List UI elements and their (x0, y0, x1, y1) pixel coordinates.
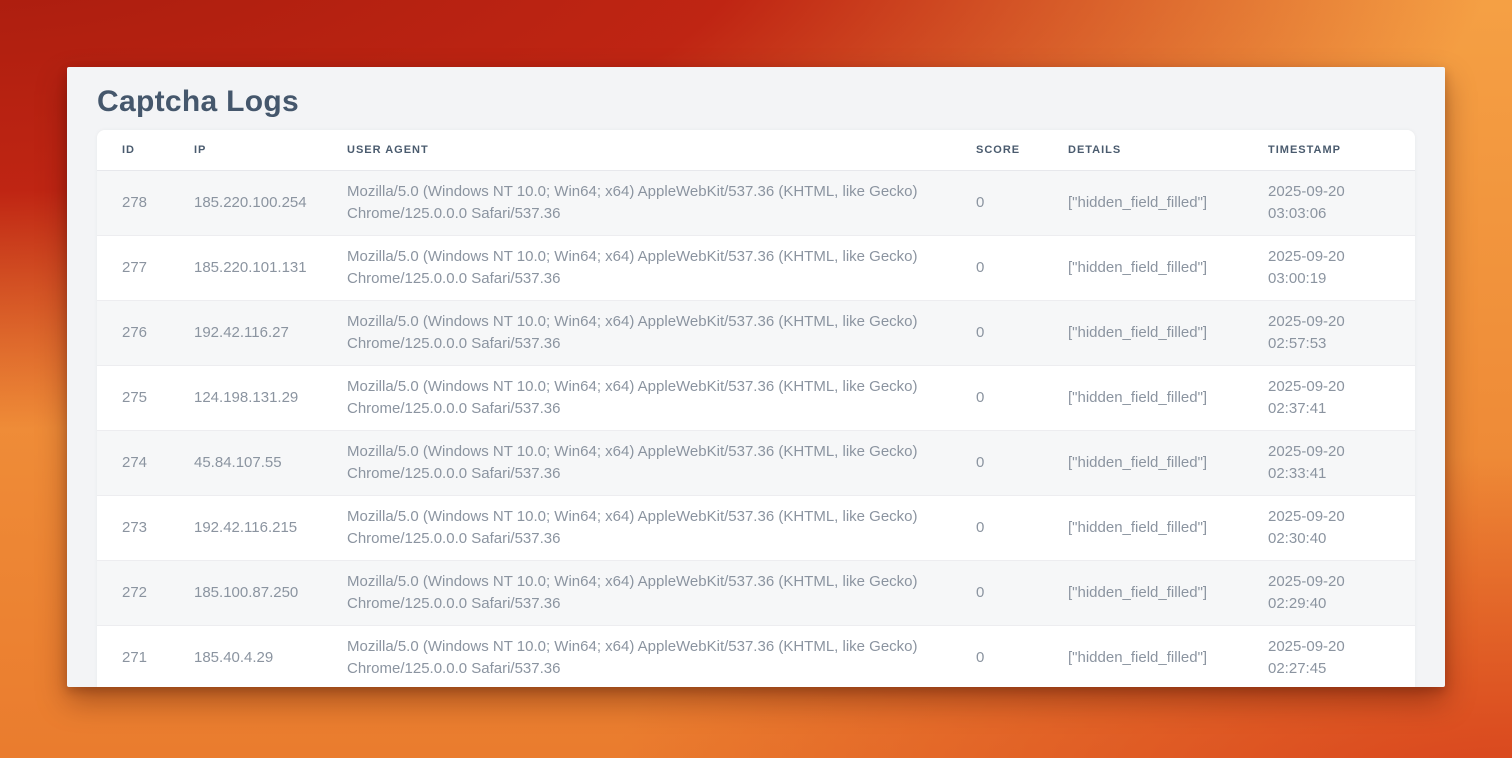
cell-user-agent: Mozilla/5.0 (Windows NT 10.0; Win64; x64… (322, 626, 951, 688)
cell-timestamp: 2025-09-20 02:33:41 (1243, 431, 1415, 496)
table-row: 275 124.198.131.29 Mozilla/5.0 (Windows … (97, 366, 1415, 431)
cell-user-agent: Mozilla/5.0 (Windows NT 10.0; Win64; x64… (322, 366, 951, 431)
cell-timestamp: 2025-09-20 02:37:41 (1243, 366, 1415, 431)
cell-timestamp: 2025-09-20 02:57:53 (1243, 301, 1415, 366)
column-header-user-agent: USER AGENT (322, 130, 951, 171)
cell-score: 0 (951, 236, 1043, 301)
table-row: 278 185.220.100.254 Mozilla/5.0 (Windows… (97, 171, 1415, 236)
column-header-id: ID (97, 130, 169, 171)
cell-details: ["hidden_field_filled"] (1043, 626, 1243, 688)
cell-user-agent: Mozilla/5.0 (Windows NT 10.0; Win64; x64… (322, 561, 951, 626)
cell-timestamp: 2025-09-20 03:00:19 (1243, 236, 1415, 301)
cell-score: 0 (951, 431, 1043, 496)
cell-timestamp: 2025-09-20 02:30:40 (1243, 496, 1415, 561)
table-row: 274 45.84.107.55 Mozilla/5.0 (Windows NT… (97, 431, 1415, 496)
cell-score: 0 (951, 171, 1043, 236)
cell-timestamp: 2025-09-20 03:03:06 (1243, 171, 1415, 236)
table-body: 278 185.220.100.254 Mozilla/5.0 (Windows… (97, 171, 1415, 688)
cell-details: ["hidden_field_filled"] (1043, 431, 1243, 496)
captcha-logs-card: Captcha Logs ID IP USER AGENT SCORE DETA… (67, 67, 1445, 687)
cell-id: 272 (97, 561, 169, 626)
cell-details: ["hidden_field_filled"] (1043, 366, 1243, 431)
cell-ip: 185.100.87.250 (169, 561, 322, 626)
cell-details: ["hidden_field_filled"] (1043, 171, 1243, 236)
cell-score: 0 (951, 496, 1043, 561)
column-header-score: SCORE (951, 130, 1043, 171)
captcha-logs-table-container: ID IP USER AGENT SCORE DETAILS TIMESTAMP… (97, 130, 1415, 687)
cell-score: 0 (951, 301, 1043, 366)
column-header-details: DETAILS (1043, 130, 1243, 171)
cell-id: 278 (97, 171, 169, 236)
cell-ip: 185.40.4.29 (169, 626, 322, 688)
cell-details: ["hidden_field_filled"] (1043, 496, 1243, 561)
cell-score: 0 (951, 366, 1043, 431)
table-header-row: ID IP USER AGENT SCORE DETAILS TIMESTAMP (97, 130, 1415, 171)
cell-timestamp: 2025-09-20 02:29:40 (1243, 561, 1415, 626)
table-row: 271 185.40.4.29 Mozilla/5.0 (Windows NT … (97, 626, 1415, 688)
cell-score: 0 (951, 626, 1043, 688)
cell-ip: 45.84.107.55 (169, 431, 322, 496)
column-header-timestamp: TIMESTAMP (1243, 130, 1415, 171)
cell-details: ["hidden_field_filled"] (1043, 561, 1243, 626)
cell-timestamp: 2025-09-20 02:27:45 (1243, 626, 1415, 688)
table-row: 272 185.100.87.250 Mozilla/5.0 (Windows … (97, 561, 1415, 626)
cell-score: 0 (951, 561, 1043, 626)
cell-user-agent: Mozilla/5.0 (Windows NT 10.0; Win64; x64… (322, 496, 951, 561)
cell-ip: 185.220.101.131 (169, 236, 322, 301)
cell-id: 271 (97, 626, 169, 688)
column-header-ip: IP (169, 130, 322, 171)
cell-user-agent: Mozilla/5.0 (Windows NT 10.0; Win64; x64… (322, 171, 951, 236)
page-title: Captcha Logs (67, 67, 1445, 130)
table-row: 273 192.42.116.215 Mozilla/5.0 (Windows … (97, 496, 1415, 561)
cell-details: ["hidden_field_filled"] (1043, 301, 1243, 366)
cell-id: 277 (97, 236, 169, 301)
cell-ip: 192.42.116.215 (169, 496, 322, 561)
page-background: { "page": { "title": "Captcha Logs" }, "… (0, 0, 1512, 758)
table-header: ID IP USER AGENT SCORE DETAILS TIMESTAMP (97, 130, 1415, 171)
cell-id: 275 (97, 366, 169, 431)
cell-details: ["hidden_field_filled"] (1043, 236, 1243, 301)
cell-id: 273 (97, 496, 169, 561)
captcha-logs-table: ID IP USER AGENT SCORE DETAILS TIMESTAMP… (97, 130, 1415, 687)
cell-user-agent: Mozilla/5.0 (Windows NT 10.0; Win64; x64… (322, 236, 951, 301)
cell-ip: 124.198.131.29 (169, 366, 322, 431)
table-row: 277 185.220.101.131 Mozilla/5.0 (Windows… (97, 236, 1415, 301)
cell-ip: 192.42.116.27 (169, 301, 322, 366)
cell-id: 274 (97, 431, 169, 496)
cell-user-agent: Mozilla/5.0 (Windows NT 10.0; Win64; x64… (322, 431, 951, 496)
table-row: 276 192.42.116.27 Mozilla/5.0 (Windows N… (97, 301, 1415, 366)
cell-user-agent: Mozilla/5.0 (Windows NT 10.0; Win64; x64… (322, 301, 951, 366)
cell-id: 276 (97, 301, 169, 366)
cell-ip: 185.220.100.254 (169, 171, 322, 236)
